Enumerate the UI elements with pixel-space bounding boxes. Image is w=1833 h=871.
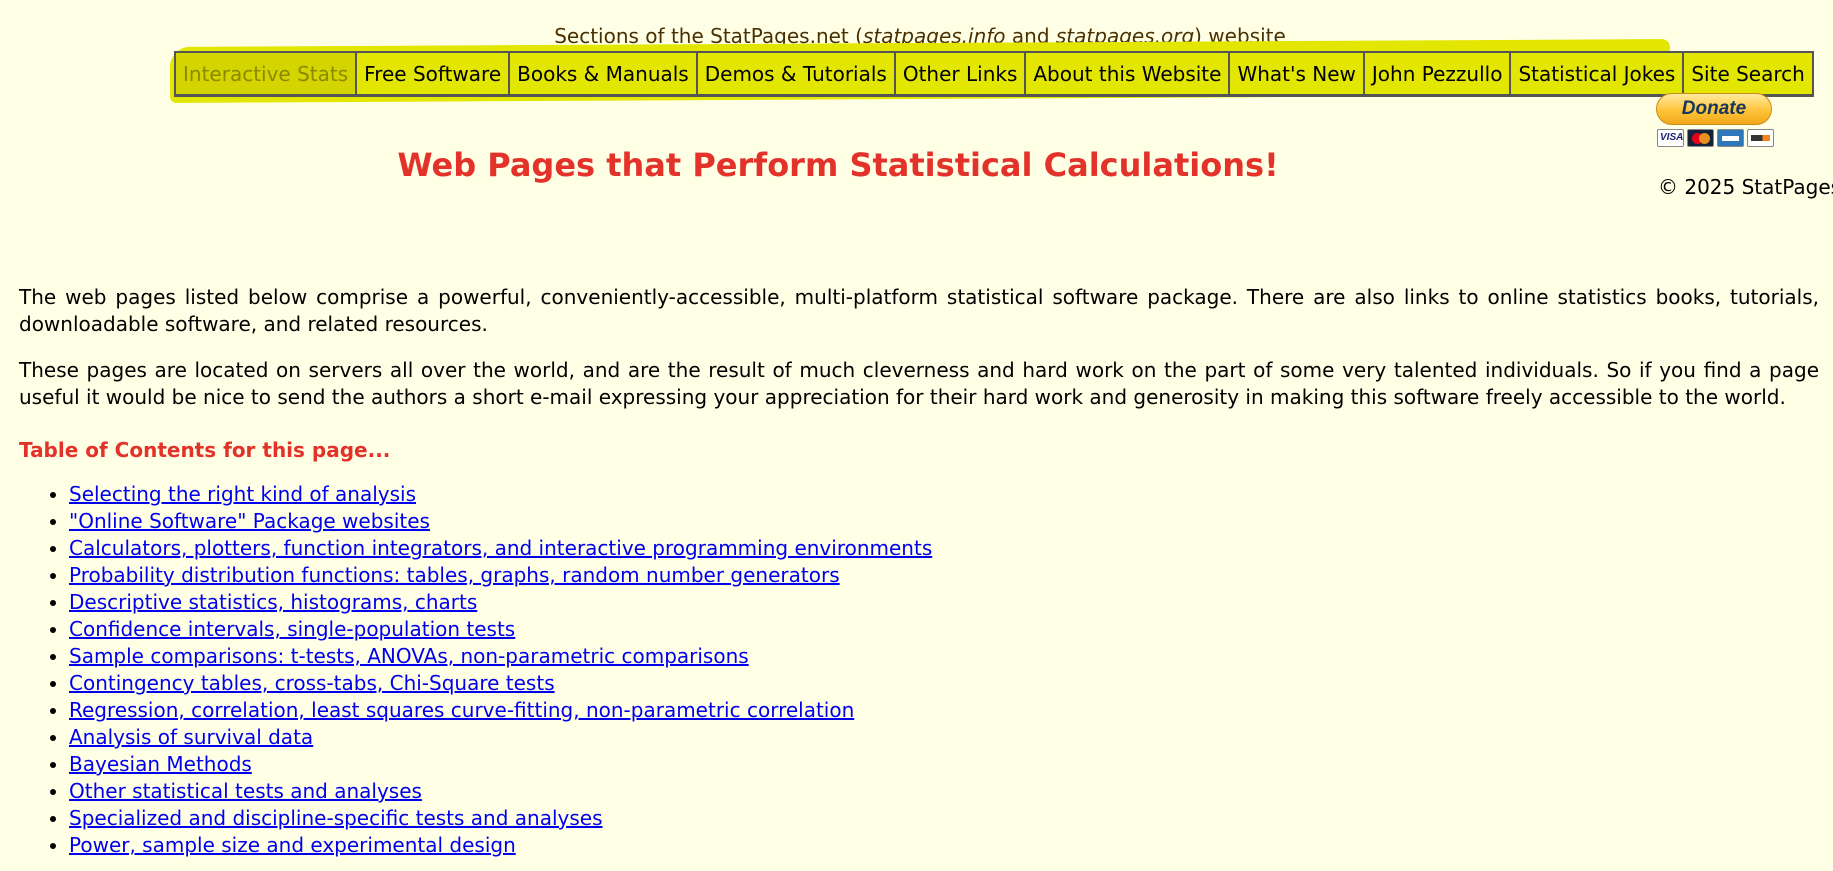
toc-link-power-sample-size[interactable]: Power, sample size and experimental desi… [69,833,516,857]
nav-item-about-website[interactable]: About this Website [1026,53,1231,94]
mastercard-icon [1687,129,1714,147]
nav-item-books-manuals[interactable]: Books & Manuals [510,53,698,94]
nav-item-interactive-stats[interactable]: Interactive Stats [176,53,358,94]
visa-icon [1657,129,1684,147]
nav-item-demos-tutorials[interactable]: Demos & Tutorials [698,53,896,94]
toc-list-item: Contingency tables, cross-tabs, Chi-Squa… [69,670,1819,697]
nav-item-site-search[interactable]: Site Search [1684,53,1811,94]
toc-list-item: Power, sample size and experimental desi… [69,832,1819,859]
toc-list-item: Bayesian Methods [69,751,1819,778]
toc-link-online-software[interactable]: "Online Software" Package websites [69,509,430,533]
toc-link-probability-distributions[interactable]: Probability distribution functions: tabl… [69,563,840,587]
toc-link-calculators[interactable]: Calculators, plotters, function integrat… [69,536,932,560]
sections-nav: Interactive Stats Free Software Books & … [174,51,1814,97]
copyright-notice: © 2025 StatPages [1658,175,1833,199]
nav-item-john-pezzullo[interactable]: John Pezzullo [1365,53,1512,94]
main-content: The web pages listed below comprise a po… [19,284,1819,859]
discover-icon [1747,129,1774,147]
donate-button[interactable]: Donate [1656,93,1772,125]
toc-link-sample-comparisons[interactable]: Sample comparisons: t-tests, ANOVAs, non… [69,644,749,668]
toc-list-item: Confidence intervals, single-population … [69,616,1819,643]
toc-list-item: Probability distribution functions: tabl… [69,562,1819,589]
toc-list-item: Specialized and discipline-specific test… [69,805,1819,832]
toc-link-confidence-intervals[interactable]: Confidence intervals, single-population … [69,617,515,641]
nav-item-whats-new[interactable]: What's New [1230,53,1365,94]
toc-list-item: Calculators, plotters, function integrat… [69,535,1819,562]
toc-list-item: "Online Software" Package websites [69,508,1819,535]
page-title: Web Pages that Perform Statistical Calcu… [397,146,1279,184]
nav-item-other-links[interactable]: Other Links [896,53,1027,94]
toc-link-bayesian-methods[interactable]: Bayesian Methods [69,752,252,776]
toc-link-specialized-tests[interactable]: Specialized and discipline-specific test… [69,806,603,830]
nav-item-statistical-jokes[interactable]: Statistical Jokes [1511,53,1685,94]
payment-cards [1657,129,1776,147]
toc-list-item: Sample comparisons: t-tests, ANOVAs, non… [69,643,1819,670]
toc-list-item: Selecting the right kind of analysis [69,481,1819,508]
toc-link-survival-data[interactable]: Analysis of survival data [69,725,313,749]
toc-list: Selecting the right kind of analysis "On… [19,481,1819,859]
toc-list-item: Analysis of survival data [69,724,1819,751]
intro-paragraph-1: The web pages listed below comprise a po… [19,285,1819,336]
toc-list-item: Descriptive statistics, histograms, char… [69,589,1819,616]
toc-list-item: Other statistical tests and analyses [69,778,1819,805]
toc-link-regression[interactable]: Regression, correlation, least squares c… [69,698,854,722]
intro-paragraph-2: These pages are located on servers all o… [19,358,1819,409]
toc-link-descriptive-statistics[interactable]: Descriptive statistics, histograms, char… [69,590,477,614]
toc-link-selecting-analysis[interactable]: Selecting the right kind of analysis [69,482,416,506]
donate-block: Donate [1656,93,1776,147]
toc-link-contingency-tables[interactable]: Contingency tables, cross-tabs, Chi-Squa… [69,671,555,695]
toc-list-item: Regression, correlation, least squares c… [69,697,1819,724]
amex-icon [1717,129,1744,147]
toc-link-other-tests[interactable]: Other statistical tests and analyses [69,779,422,803]
nav-item-free-software[interactable]: Free Software [357,53,511,94]
toc-heading: Table of Contents for this page... [19,438,391,462]
